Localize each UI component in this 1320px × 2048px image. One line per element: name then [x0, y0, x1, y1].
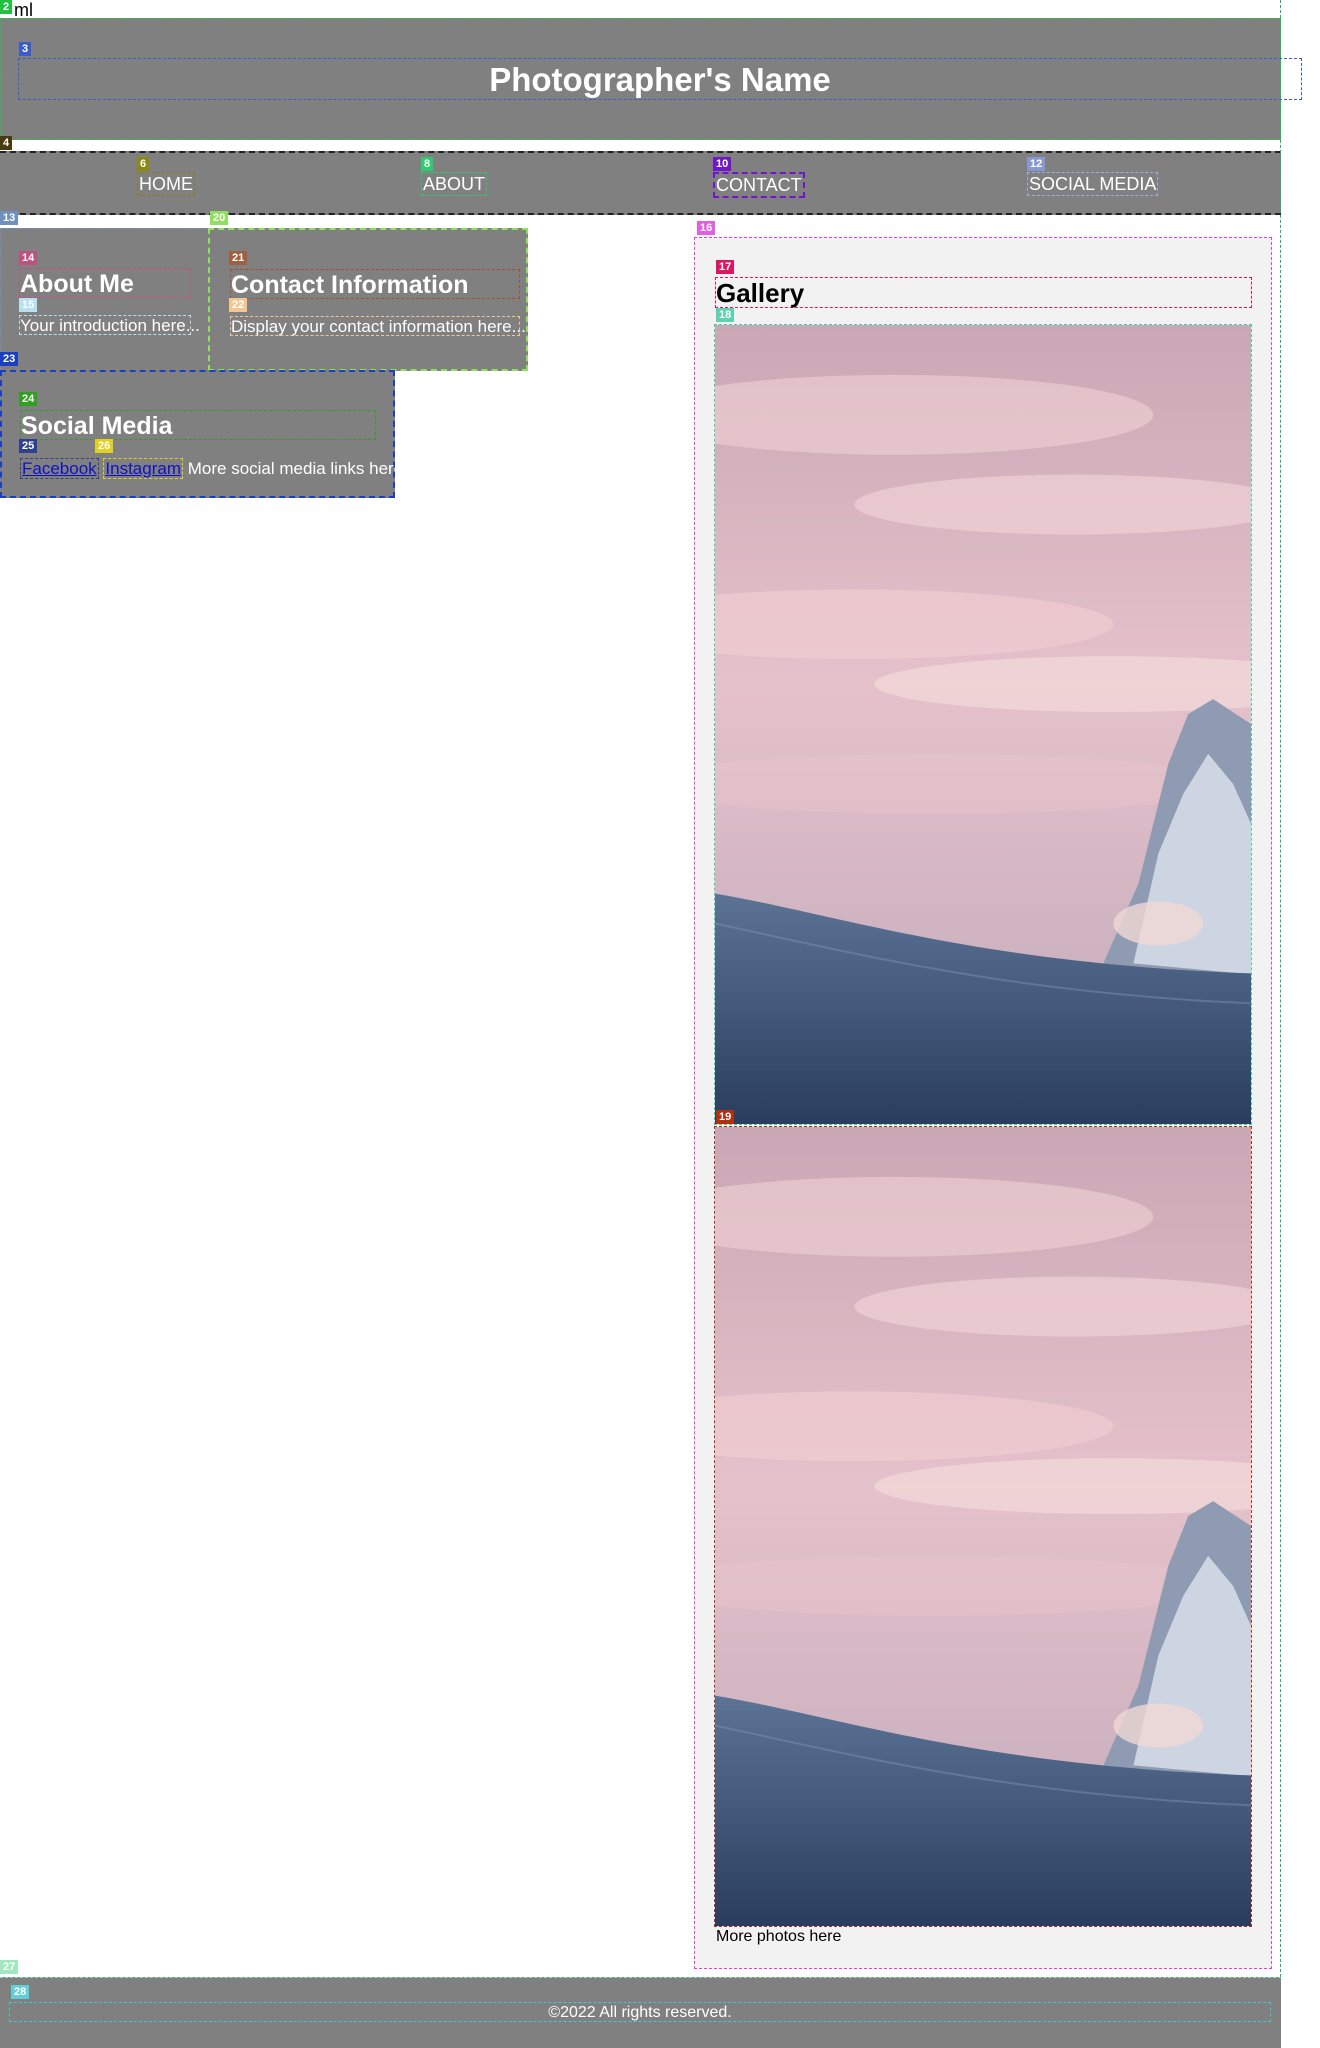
stray-text: ml — [14, 0, 33, 20]
main-nav: HOME ABOUT CONTACT SOCIAL MEDIA — [0, 151, 1281, 215]
annotation-tag: 15 — [19, 298, 38, 312]
social-heading: Social Media — [20, 410, 376, 440]
annotation-tag: 3 — [19, 42, 32, 56]
copyright-text: ©2022 All rights reserved. — [9, 2002, 1271, 2022]
annotation-tag: 2 — [0, 0, 13, 14]
about-text: Your introduction here... — [19, 315, 200, 335]
annotation-tag: 18 — [716, 308, 735, 322]
annotation-tag: 13 — [0, 211, 19, 225]
annotation-tag: 21 — [229, 251, 248, 265]
mountain-photo-image — [715, 1127, 1251, 1926]
annotation-tag: 17 — [716, 260, 735, 274]
nav-link-social-media[interactable]: SOCIAL MEDIA — [1027, 172, 1159, 196]
annotation-tag: 4 — [0, 136, 13, 150]
annotation-tag: 14 — [19, 251, 38, 265]
nav-link-home[interactable]: HOME — [137, 172, 195, 196]
gallery-heading: Gallery — [715, 277, 1252, 308]
annotation-tag: 16 — [697, 221, 716, 235]
gallery-photo-2[interactable] — [714, 1126, 1252, 1927]
annotation-tag: 23 — [0, 352, 19, 366]
site-title: Photographer's Name — [18, 58, 1302, 100]
annotation-tag: 27 — [0, 1960, 19, 1974]
annotation-tag: 8 — [421, 157, 434, 171]
annotation-tag: 6 — [137, 157, 150, 171]
annotation-tag: 12 — [1027, 157, 1046, 171]
gallery-photo-1[interactable] — [714, 324, 1252, 1125]
annotation-tag: 10 — [713, 157, 732, 171]
contact-heading: Contact Information — [230, 269, 520, 299]
annotation-tag: 25 — [19, 439, 38, 453]
instagram-link[interactable]: Instagram — [103, 458, 183, 479]
nav-link-about[interactable]: ABOUT — [421, 172, 488, 196]
annotation-tag: 26 — [95, 439, 114, 453]
nav-link-contact[interactable]: CONTACT — [713, 172, 805, 198]
social-section: Social Media Facebook Instagram More soc… — [0, 370, 403, 498]
annotation-tag: 24 — [19, 392, 38, 406]
facebook-link[interactable]: Facebook — [20, 458, 99, 479]
contact-text: Display your contact information here... — [230, 316, 526, 336]
social-more-text: More social media links here — [187, 459, 404, 478]
mountain-photo-image — [715, 325, 1251, 1124]
annotation-tag: 22 — [229, 298, 248, 312]
about-heading: About Me — [19, 268, 191, 298]
more-photos-text: More photos here — [716, 1928, 842, 1945]
container-edge-line — [1280, 0, 1281, 1977]
annotation-tag: 28 — [11, 1985, 30, 1999]
annotation-tag: 19 — [716, 1110, 735, 1124]
social-links-row: Facebook Instagram More social media lin… — [20, 458, 403, 479]
annotation-tag: 20 — [210, 211, 229, 225]
contact-section: Contact Information Display your contact… — [208, 228, 528, 371]
